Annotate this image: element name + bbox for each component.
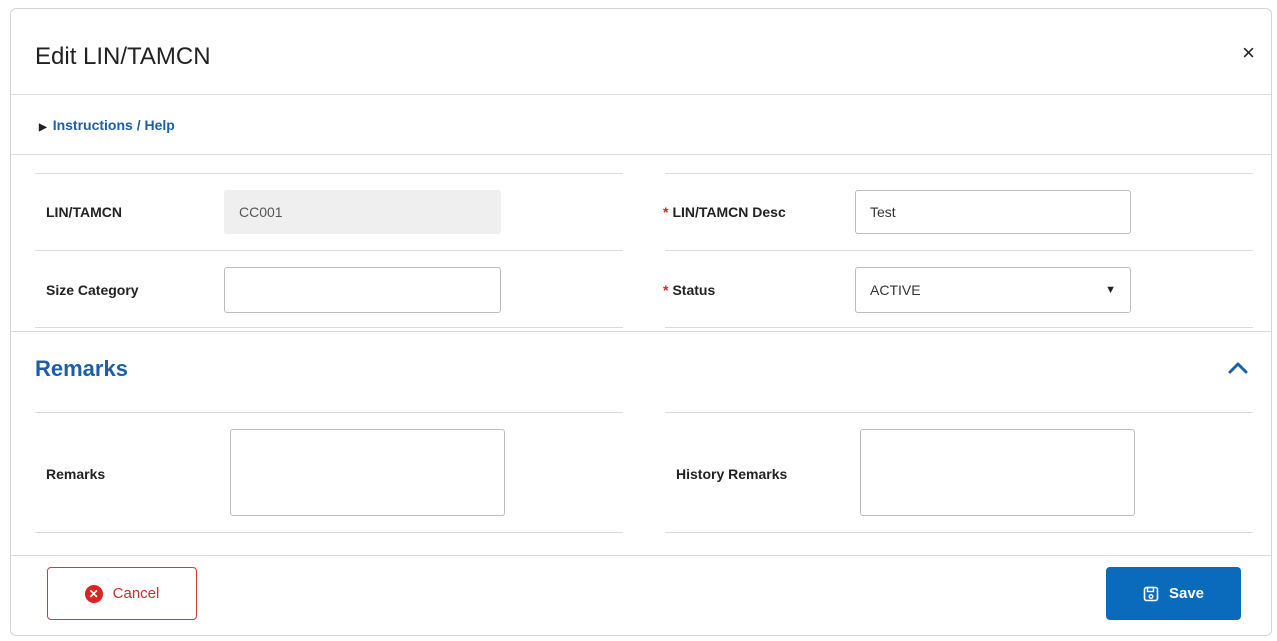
divider (665, 173, 1253, 174)
save-disk-icon (1143, 586, 1159, 601)
history-remarks-label: History Remarks (676, 466, 788, 482)
remarks-textarea[interactable] (230, 429, 505, 516)
divider (665, 327, 1253, 328)
dialog-title: Edit LIN/TAMCN (35, 43, 211, 70)
instructions-help-toggle[interactable]: ▶ Instructions / Help (39, 117, 175, 133)
cancel-x-circle-icon: ✕ (84, 584, 103, 603)
size-category-label: Size Category (46, 282, 139, 298)
dropdown-caret-icon: ▼ (1105, 284, 1116, 296)
size-category-input[interactable] (224, 267, 501, 313)
divider (35, 327, 623, 328)
lin-tamcn-field: CC001 (224, 190, 501, 234)
edit-dialog: Edit LIN/TAMCN × ▶ Instructions / Help LI… (10, 8, 1272, 636)
required-marker: * (663, 282, 669, 298)
close-icon[interactable]: × (1242, 42, 1255, 64)
chevron-up-icon[interactable] (1227, 359, 1249, 375)
divider (665, 412, 1253, 413)
divider (35, 250, 623, 251)
status-label: * Status (663, 282, 716, 298)
divider (11, 154, 1271, 155)
lin-tamcn-label: LIN/TAMCN (46, 204, 122, 220)
divider (11, 94, 1271, 95)
required-marker: * (663, 204, 669, 220)
save-button[interactable]: Save (1106, 567, 1241, 620)
cancel-button[interactable]: ✕ Cancel (47, 567, 197, 620)
divider (11, 555, 1271, 556)
remarks-label: Remarks (46, 466, 106, 482)
divider (11, 331, 1271, 332)
divider (35, 532, 623, 533)
lin-tamcn-desc-label: * LIN/TAMCN Desc (663, 204, 786, 220)
lin-tamcn-desc-input[interactable]: Test (855, 190, 1131, 234)
divider (35, 173, 623, 174)
divider (665, 532, 1253, 533)
divider (665, 250, 1253, 251)
caret-right-icon: ▶ (39, 122, 47, 133)
history-remarks-textarea[interactable] (860, 429, 1135, 516)
divider (35, 412, 623, 413)
status-select[interactable]: ACTIVE ▼ (855, 267, 1131, 313)
remarks-section-title: Remarks (35, 356, 128, 381)
